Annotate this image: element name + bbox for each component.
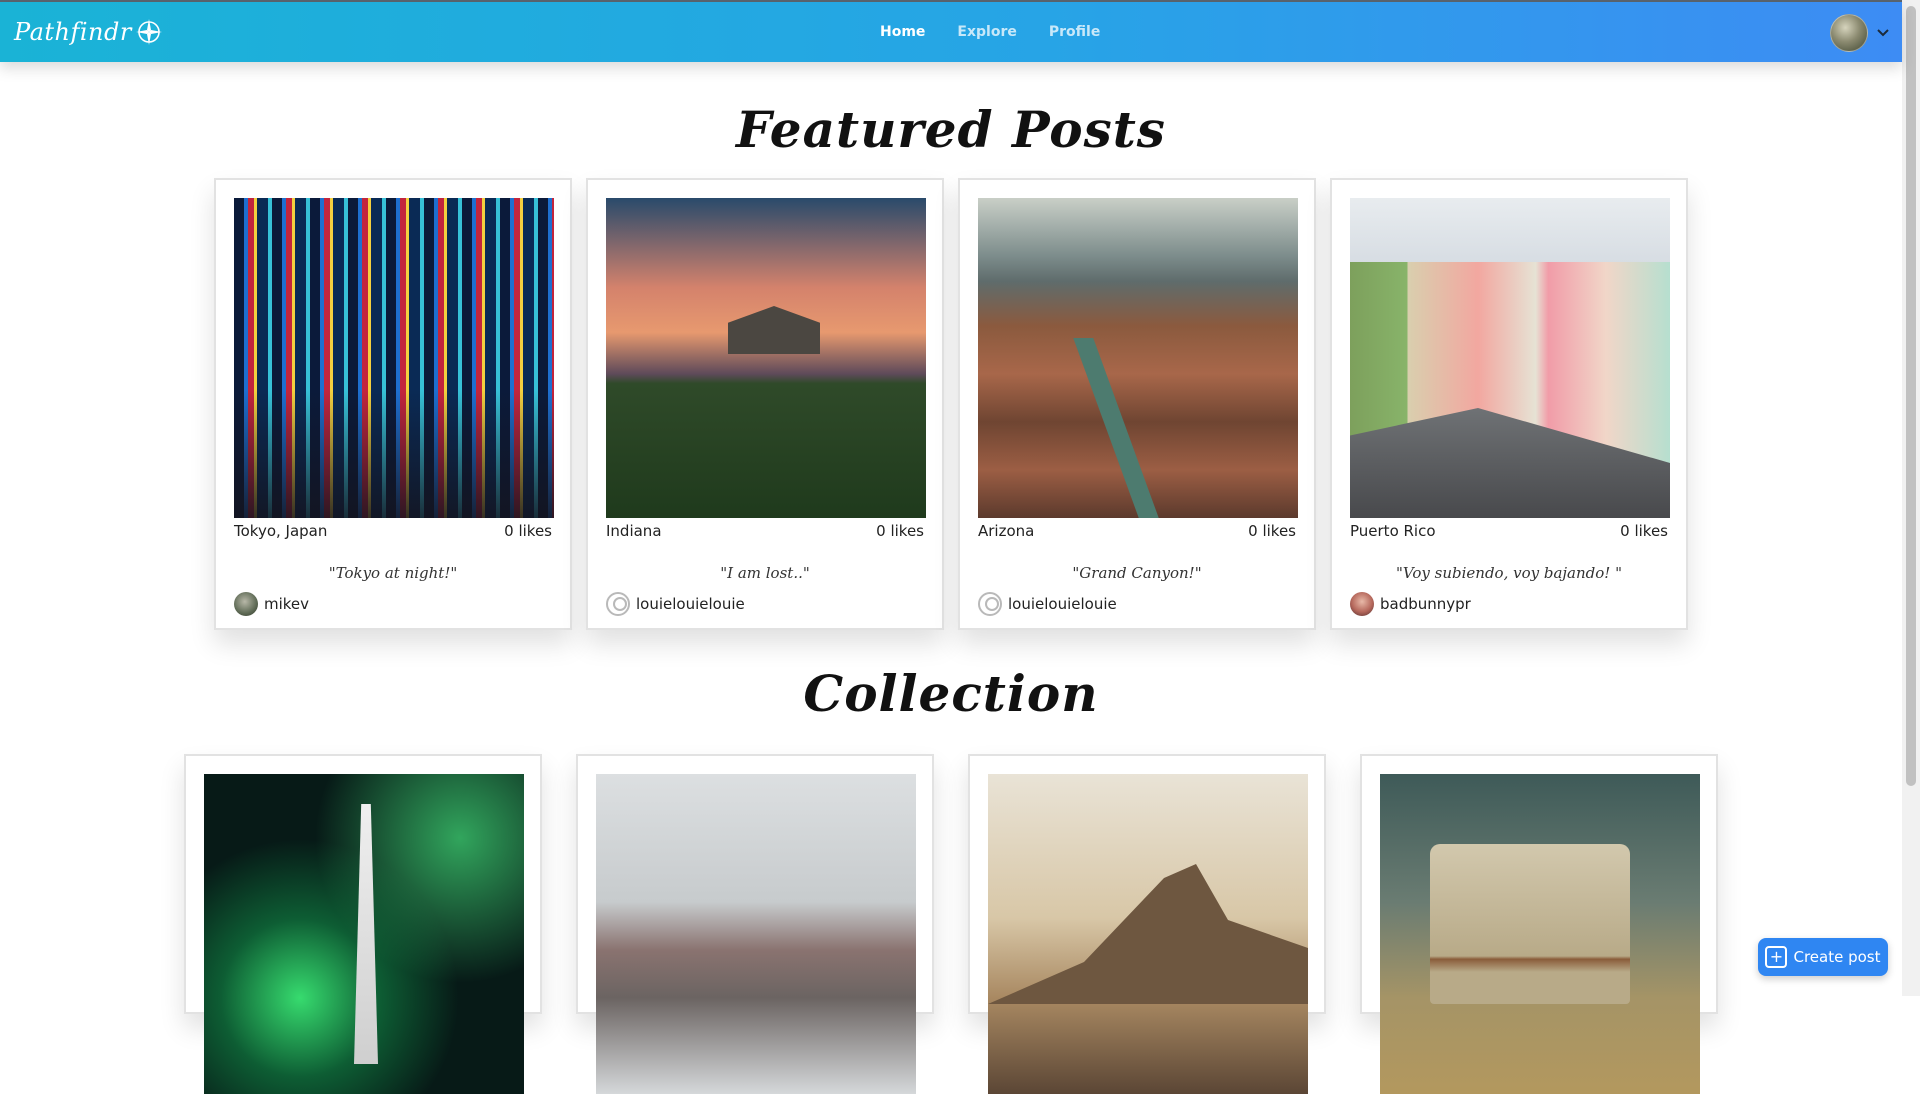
author-name[interactable]: louielouielouie (636, 595, 745, 613)
post-card[interactable]: Arizona 0 likes "Grand Canyon!" louielou… (958, 178, 1316, 630)
scrollbar-thumb[interactable] (1906, 6, 1916, 786)
post-location: Indiana (606, 522, 662, 540)
collection-photo[interactable] (988, 774, 1308, 1094)
compass-icon (135, 19, 162, 45)
post-card[interactable]: Tokyo, Japan 0 likes "Tokyo at night!" m… (214, 178, 572, 630)
post-likes: 0 likes (1248, 522, 1296, 540)
logo[interactable]: Pathfindr (14, 14, 164, 50)
user-avatar[interactable] (1830, 14, 1868, 52)
user-menu[interactable] (1830, 14, 1890, 52)
nav-profile[interactable]: Profile (1049, 24, 1100, 40)
post-caption: "Voy subiendo, voy bajando! " (1396, 564, 1622, 582)
post-card[interactable]: Indiana 0 likes "I am lost.." louielouie… (586, 178, 944, 630)
nav-home[interactable]: Home (880, 24, 925, 40)
navbar: Pathfindr Home Explore Profile (0, 2, 1902, 62)
create-post-button[interactable]: + Create post (1758, 938, 1888, 976)
collection-card[interactable] (184, 754, 542, 1094)
scrollbar[interactable] (1902, 0, 1920, 996)
post-location: Tokyo, Japan (234, 522, 328, 540)
collection-title: Collection (803, 664, 1099, 723)
nav-explore[interactable]: Explore (957, 24, 1016, 40)
create-post-label: Create post (1793, 948, 1881, 966)
plus-icon: + (1765, 946, 1788, 968)
post-caption: "I am lost.." (720, 564, 810, 582)
post-location: Arizona (978, 522, 1035, 540)
author-name[interactable]: mikev (264, 595, 309, 613)
post-caption: "Tokyo at night!" (328, 564, 458, 582)
collection-card[interactable] (1360, 754, 1718, 1094)
default-avatar-icon (606, 592, 630, 616)
post-card[interactable]: Puerto Rico 0 likes "Voy subiendo, voy b… (1330, 178, 1688, 630)
featured-title: Featured Posts (736, 100, 1166, 159)
collection-card[interactable] (968, 754, 1326, 1094)
post-photo[interactable] (234, 198, 554, 518)
author-name[interactable]: louielouielouie (1008, 595, 1117, 613)
post-author[interactable]: badbunnypr (1350, 592, 1471, 616)
collection-photo[interactable] (596, 774, 916, 1094)
nav-links: Home Explore Profile (880, 2, 1100, 62)
author-avatar (1350, 592, 1374, 616)
post-photo[interactable] (978, 198, 1298, 518)
post-photo[interactable] (606, 198, 926, 518)
post-caption: "Grand Canyon!" (1072, 564, 1202, 582)
post-likes: 0 likes (876, 522, 924, 540)
road-shape (1350, 408, 1670, 518)
lighthouse-shape (354, 804, 378, 1064)
post-author[interactable]: louielouielouie (978, 592, 1117, 616)
rv-shape (1430, 844, 1630, 1004)
collection-card[interactable] (576, 754, 934, 1094)
default-avatar-icon (978, 592, 1002, 616)
post-author[interactable]: mikev (234, 592, 309, 616)
post-location: Puerto Rico (1350, 522, 1436, 540)
collection-photo[interactable] (204, 774, 524, 1094)
river-shape (1073, 338, 1159, 518)
barn-shape (728, 306, 820, 354)
mountain-shape (988, 864, 1308, 1004)
post-photo[interactable] (1350, 198, 1670, 518)
logo-text: Pathfindr (14, 18, 132, 46)
chevron-down-icon[interactable] (1876, 26, 1890, 40)
post-author[interactable]: louielouielouie (606, 592, 745, 616)
collection-photo[interactable] (1380, 774, 1700, 1094)
post-likes: 0 likes (504, 522, 552, 540)
author-name[interactable]: badbunnypr (1380, 595, 1471, 613)
post-likes: 0 likes (1620, 522, 1668, 540)
author-avatar (234, 592, 258, 616)
